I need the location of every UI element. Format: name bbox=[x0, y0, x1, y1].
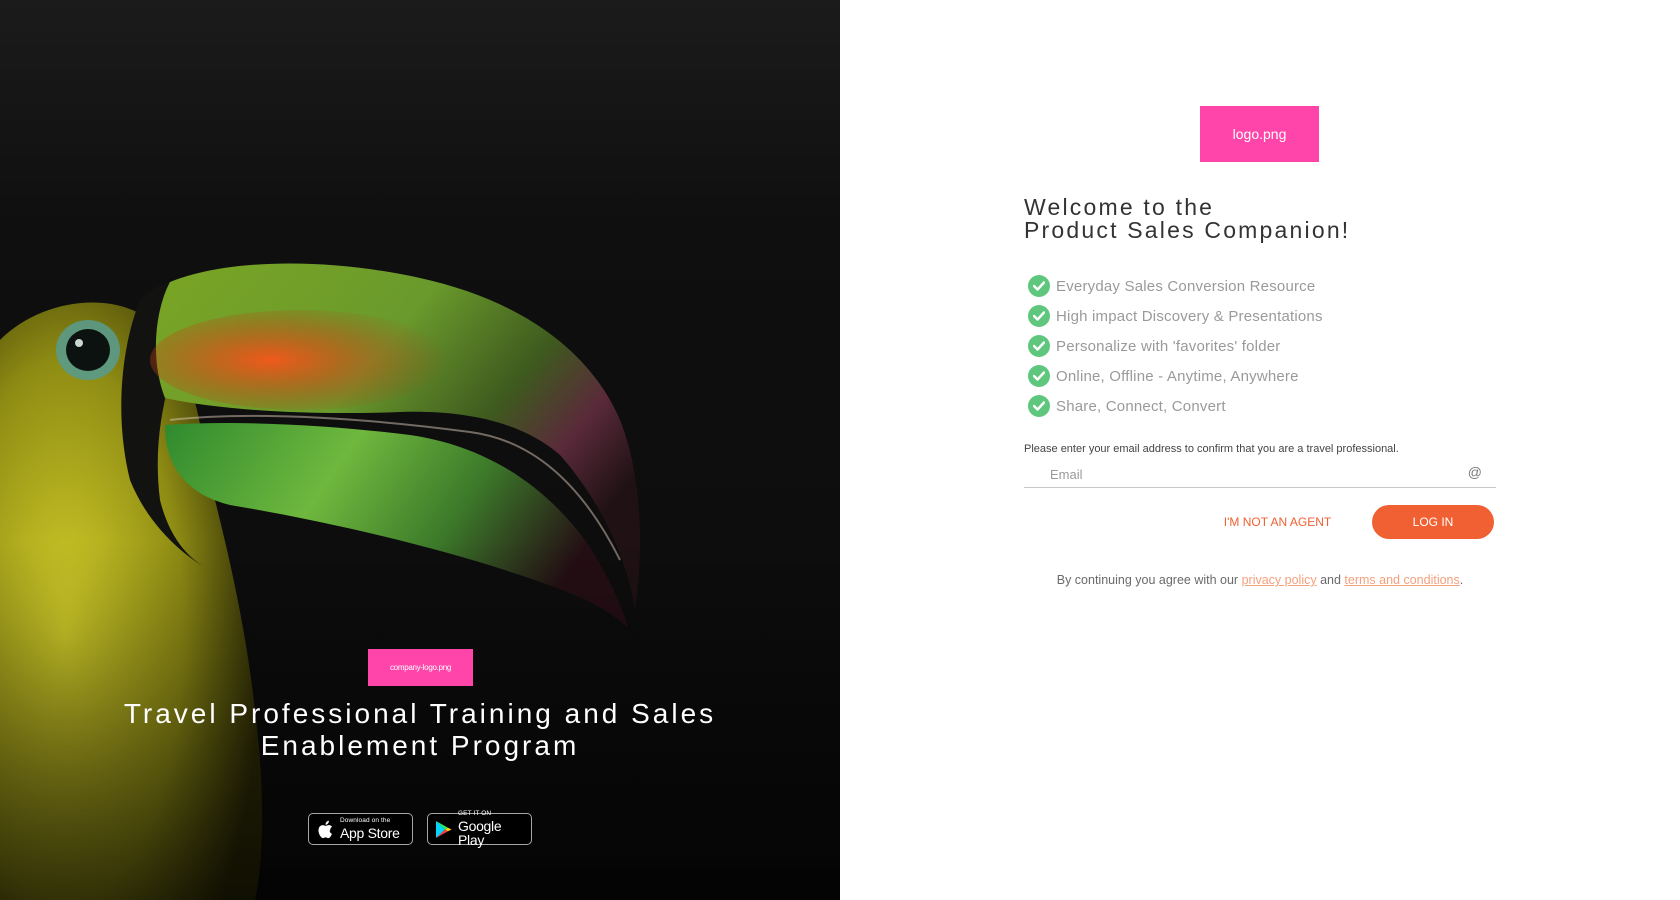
check-circle-icon bbox=[1028, 275, 1050, 297]
welcome-line-2: Product Sales Companion! bbox=[1024, 217, 1351, 243]
not-an-agent-button[interactable]: I'M NOT AN AGENT bbox=[1215, 505, 1340, 539]
app-store-badge[interactable]: Download on the App Store bbox=[308, 813, 413, 845]
agreement-suffix: . bbox=[1459, 573, 1464, 587]
login-button[interactable]: LOG IN bbox=[1372, 505, 1494, 539]
feature-text: Personalize with 'favorites' folder bbox=[1056, 337, 1281, 355]
feature-text: High impact Discovery & Presentations bbox=[1056, 307, 1323, 325]
feature-text: Share, Connect, Convert bbox=[1056, 397, 1226, 415]
google-play-badge[interactable]: GET IT ON Google Play bbox=[427, 810, 532, 848]
hero-title: Travel Professional Training and Sales E… bbox=[123, 698, 717, 761]
feature-item: Online, Offline - Anytime, Anywhere bbox=[1028, 361, 1323, 391]
terms-link[interactable]: terms and conditions bbox=[1344, 573, 1459, 587]
feature-text: Online, Offline - Anytime, Anywhere bbox=[1056, 367, 1299, 385]
feature-list: Everyday Sales Conversion Resource High … bbox=[1028, 271, 1323, 421]
feature-item: Personalize with 'favorites' folder bbox=[1028, 331, 1323, 361]
google-play-big-text: Google Play bbox=[458, 817, 502, 848]
at-sign-icon: @ bbox=[1467, 464, 1482, 480]
check-circle-icon bbox=[1028, 365, 1050, 387]
check-circle-icon bbox=[1028, 305, 1050, 327]
welcome-heading: Welcome to the Product Sales Companion! bbox=[1024, 196, 1350, 242]
google-play-icon bbox=[435, 819, 452, 839]
agreement-text: By continuing you agree with our privacy… bbox=[1024, 573, 1496, 587]
email-input[interactable] bbox=[1024, 460, 1492, 488]
agreement-prefix: By continuing you agree with our bbox=[1056, 573, 1242, 587]
feature-item: High impact Discovery & Presentations bbox=[1028, 301, 1323, 331]
logo: logo.png bbox=[1200, 106, 1319, 162]
google-play-small-text: GET IT ON bbox=[458, 810, 492, 818]
company-logo: company-logo.png bbox=[368, 649, 473, 686]
apple-icon bbox=[316, 819, 334, 839]
toucan-image bbox=[0, 0, 840, 900]
check-circle-icon bbox=[1028, 335, 1050, 357]
app-store-big-text: App Store bbox=[340, 824, 400, 841]
store-badges: Download on the App Store GET IT ON Goog… bbox=[308, 810, 532, 848]
email-instruction: Please enter your email address to confi… bbox=[1024, 443, 1399, 455]
agreement-and: and bbox=[1316, 573, 1345, 587]
feature-item: Everyday Sales Conversion Resource bbox=[1028, 271, 1323, 301]
privacy-policy-link[interactable]: privacy policy bbox=[1242, 573, 1317, 587]
login-panel: logo.png Welcome to the Product Sales Co… bbox=[840, 0, 1680, 900]
feature-text: Everyday Sales Conversion Resource bbox=[1056, 277, 1316, 295]
app-store-small-text: Download on the bbox=[340, 817, 391, 825]
welcome-line-1: Welcome to the bbox=[1024, 194, 1215, 220]
check-circle-icon bbox=[1028, 395, 1050, 417]
hero-panel: company-logo.png Travel Professional Tra… bbox=[0, 0, 840, 900]
email-field-row: @ bbox=[1024, 460, 1496, 488]
feature-item: Share, Connect, Convert bbox=[1028, 391, 1323, 421]
